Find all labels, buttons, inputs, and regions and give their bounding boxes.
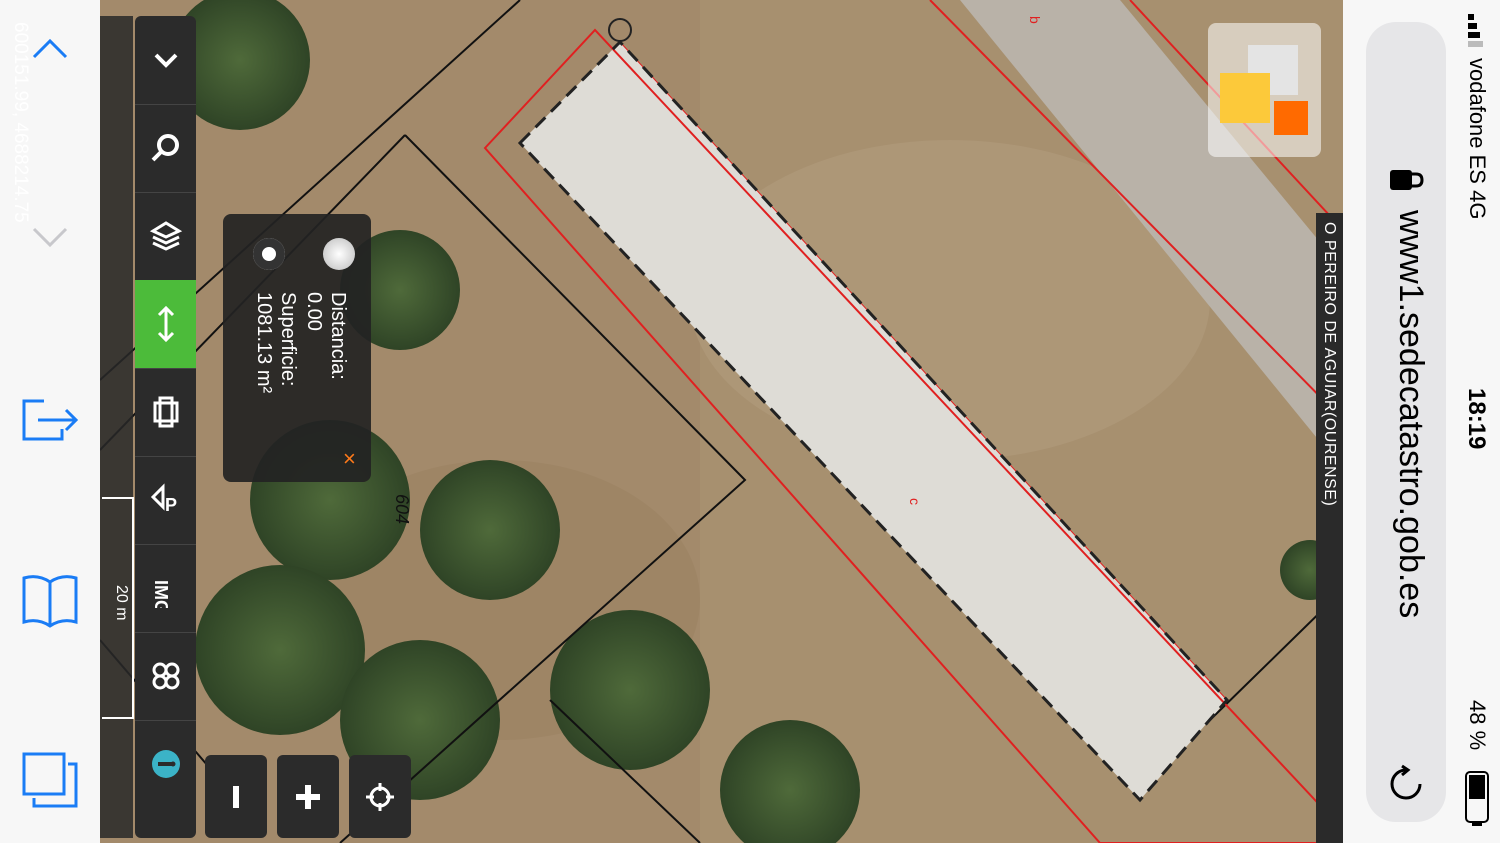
zoom-out-button[interactable]: [205, 755, 267, 838]
catastro-logo-icon: [1220, 45, 1308, 135]
print-icon: [153, 396, 178, 428]
locate-icon: [366, 782, 394, 811]
battery-icon: [1465, 771, 1489, 826]
identify-parcel-icon: P: [150, 483, 177, 515]
info-button[interactable]: [135, 720, 196, 808]
carrier-status: vodafone ES 4G: [1465, 58, 1490, 220]
battery-percent: 48 %: [1465, 700, 1490, 751]
area-label: Superficie:: [277, 292, 299, 387]
area-value: 1081.13 m²: [253, 292, 275, 394]
search-button[interactable]: [135, 104, 196, 193]
bookmarks-icon: [22, 575, 78, 628]
zoom-in-button[interactable]: [277, 755, 339, 838]
close-measure-button[interactable]: ×: [343, 446, 356, 472]
bookmarks-button[interactable]: [15, 565, 85, 635]
scale-label: 20 m: [113, 585, 130, 621]
image-button[interactable]: IMG: [135, 544, 196, 633]
measure-button[interactable]: [135, 280, 196, 369]
municipality-label: O PEREIRO DE AGUIAR(OURENSE): [1321, 222, 1338, 507]
cadastre-icon: [152, 662, 179, 690]
layers-button[interactable]: [135, 192, 196, 281]
coordinates-readout: 600151.99, 4688214.75: [10, 22, 31, 223]
tabs-icon: [22, 752, 78, 808]
lock-icon: [1390, 170, 1424, 190]
distance-label: Distancia:: [327, 292, 349, 380]
share-icon: [22, 399, 79, 441]
catastro-logo: [1208, 23, 1321, 157]
distance-radio[interactable]: [323, 238, 355, 270]
print-button[interactable]: [135, 368, 196, 457]
share-button[interactable]: [15, 385, 85, 455]
zoom-in-icon: [296, 784, 320, 809]
chevron-down-icon: [32, 227, 68, 248]
svg-text:P: P: [165, 495, 177, 515]
distance-value: 0.00: [303, 292, 325, 331]
distance-readout: Distancia: 0.00: [302, 292, 350, 380]
url-text[interactable]: www1.sedecatastro.gob.es: [1391, 210, 1430, 618]
collapse-icon: [154, 53, 177, 68]
collapse-button[interactable]: [135, 16, 196, 105]
zoom-out-icon: [233, 785, 239, 808]
parcel-number: 604: [392, 494, 412, 525]
area-readout: Superficie: 1081.13 m²: [252, 292, 300, 393]
svg-text:b: b: [1027, 16, 1043, 24]
area-radio[interactable]: [253, 238, 285, 270]
svg-text:IMG: IMG: [151, 580, 171, 608]
chevron-up-icon: [32, 38, 68, 59]
tool-strip: P IMG: [135, 16, 196, 838]
tabs-button[interactable]: [15, 745, 85, 815]
cadastre-button[interactable]: [135, 632, 196, 721]
info-icon: [151, 750, 180, 778]
signal-icon: [1468, 14, 1483, 47]
layers-icon: [149, 221, 182, 251]
measure-icon: [157, 305, 174, 343]
clock: 18:19: [1463, 388, 1490, 450]
reload-icon[interactable]: [1386, 764, 1426, 804]
identify-parcel-button[interactable]: P: [135, 456, 196, 545]
image-icon: IMG: [151, 580, 171, 608]
svg-text:c: c: [907, 498, 923, 505]
locate-button[interactable]: [349, 755, 411, 838]
search-icon: [151, 134, 179, 162]
